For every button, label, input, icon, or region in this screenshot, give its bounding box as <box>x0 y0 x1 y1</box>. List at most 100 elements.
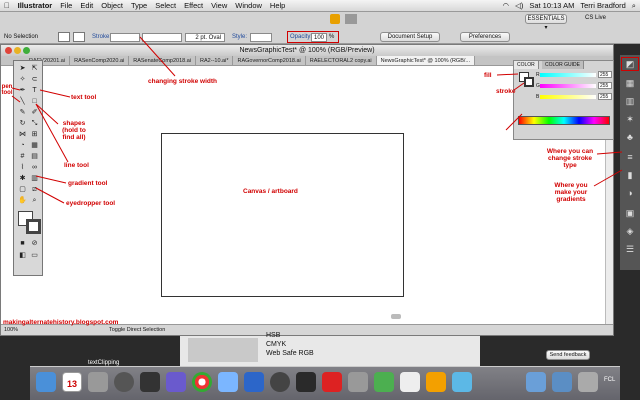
panel-stroke-swatch[interactable] <box>524 77 534 87</box>
line-tool-icon[interactable]: ╲ <box>17 97 28 107</box>
magic-wand-tool-icon[interactable]: ✧ <box>17 75 28 85</box>
blend-tool-icon[interactable]: ∞ <box>29 163 40 173</box>
safari-icon[interactable] <box>452 372 472 392</box>
trash-icon[interactable] <box>578 372 598 392</box>
symbol-sprayer-tool-icon[interactable]: ✱ <box>17 174 28 184</box>
width-tool-icon[interactable]: ⋈ <box>17 130 28 140</box>
user-name[interactable]: Terri Bradford <box>580 1 625 10</box>
menu-view[interactable]: View <box>211 1 227 10</box>
menu-object[interactable]: Object <box>101 1 123 10</box>
cs-live-button[interactable]: CS Live <box>585 15 606 21</box>
lasso-tool-icon[interactable]: ⊂ <box>29 75 40 85</box>
horizontal-scroll-thumb[interactable] <box>391 314 401 319</box>
zoom-level[interactable]: 100% <box>4 325 18 335</box>
artboard[interactable] <box>161 133 404 297</box>
slice-tool-icon[interactable]: ⧄ <box>29 185 40 195</box>
applications-folder-icon[interactable] <box>526 372 546 392</box>
mail-icon[interactable] <box>244 372 264 392</box>
illustrator-icon[interactable] <box>426 372 446 392</box>
stroke-color-swatch[interactable] <box>26 219 41 234</box>
menu-app-name[interactable]: Illustrator <box>18 1 53 10</box>
variable-width-profile[interactable] <box>142 33 182 42</box>
imovie-icon[interactable] <box>296 372 316 392</box>
bridge-icon[interactable] <box>330 14 340 24</box>
direct-selection-tool-icon[interactable]: ⇱ <box>29 64 40 74</box>
opacity-label[interactable]: Opacity: <box>290 34 312 40</box>
document-setup-button[interactable]: Document Setup <box>380 32 440 42</box>
opacity-field[interactable]: 100 <box>311 33 327 42</box>
menu-effect[interactable]: Effect <box>184 1 203 10</box>
color-guide-tab[interactable]: COLOR GUIDE <box>542 61 585 69</box>
minimize-window-icon[interactable] <box>14 47 21 54</box>
chess-icon[interactable] <box>400 372 420 392</box>
transparency-icon[interactable]: ◑ <box>623 187 637 199</box>
paintbrush-tool-icon[interactable]: ✎ <box>17 108 28 118</box>
itunes-icon[interactable] <box>218 372 238 392</box>
color-panel-icon[interactable]: ◩ <box>623 58 637 70</box>
g-value[interactable]: 255 <box>598 82 612 89</box>
graphic-style-picker[interactable] <box>250 33 272 42</box>
shape-builder-tool-icon[interactable]: ◔ <box>17 141 28 151</box>
spotlight-icon[interactable]: ⌕ <box>632 1 636 11</box>
symbols-icon[interactable]: ♣ <box>623 131 637 143</box>
stroke-label[interactable]: Stroke: <box>92 34 111 40</box>
graph-tool-icon[interactable]: ▥ <box>29 174 40 184</box>
screen-mode-icon[interactable]: ▭ <box>29 251 40 261</box>
document-title-bar[interactable]: NewsGraphicTest* @ 100% (RGB/Preview) <box>1 45 613 56</box>
documents-folder-icon[interactable] <box>552 372 572 392</box>
stroke-panel-icon[interactable]: ≡ <box>623 151 637 163</box>
app-store-icon[interactable] <box>166 372 186 392</box>
menu-help[interactable]: Help <box>270 1 285 10</box>
color-guide-icon[interactable]: ▦ <box>623 77 637 89</box>
time-machine-icon[interactable] <box>270 372 290 392</box>
stroke-swatch[interactable] <box>73 32 85 42</box>
dashboard-icon[interactable] <box>114 372 134 392</box>
selection-tool-icon[interactable]: ➤ <box>17 64 28 74</box>
type-tool-icon[interactable]: T <box>29 86 40 96</box>
doc-tab[interactable]: RASenComp2020.ai <box>70 56 130 65</box>
volume-icon[interactable]: ◁) <box>515 1 523 10</box>
flash-icon[interactable] <box>322 372 342 392</box>
free-transform-tool-icon[interactable]: ⊞ <box>29 130 40 140</box>
r-value[interactable]: 255 <box>598 71 612 78</box>
photoshop-icon[interactable] <box>374 372 394 392</box>
close-window-icon[interactable] <box>5 47 12 54</box>
apple-icon[interactable]:  <box>4 1 10 10</box>
artboard-tool-icon[interactable]: ▢ <box>17 185 28 195</box>
mesh-tool-icon[interactable]: # <box>17 152 28 162</box>
gradient-panel-icon[interactable]: ▮ <box>623 169 637 181</box>
color-mode-icon[interactable]: ■ <box>17 239 28 249</box>
system-preferences-icon[interactable] <box>88 372 108 392</box>
gradient-tool-icon[interactable]: ▤ <box>29 152 40 162</box>
status-tool[interactable]: Toggle Direct Selection <box>109 325 165 335</box>
text-clipping-label[interactable]: textClipping <box>88 360 119 366</box>
brushes-icon[interactable]: ✶ <box>623 113 637 125</box>
b-slider[interactable] <box>540 95 596 99</box>
menu-select[interactable]: Select <box>155 1 176 10</box>
menu-file[interactable]: File <box>60 1 72 10</box>
menu-edit[interactable]: Edit <box>80 1 93 10</box>
pen-tool-icon[interactable]: ✒ <box>17 86 28 96</box>
preview-icon[interactable] <box>348 372 368 392</box>
doc-tab[interactable]: RAELECTORAL2 copy.ai <box>306 56 377 65</box>
g-slider[interactable] <box>540 84 596 88</box>
fill-swatch[interactable] <box>58 32 70 42</box>
doc-tab-active[interactable]: NewsGraphicTest* @ 100% (RGB/... <box>376 56 475 65</box>
scale-tool-icon[interactable]: ⤡ <box>29 119 40 129</box>
graphic-styles-icon[interactable]: ◈ <box>623 225 637 237</box>
appearance-icon[interactable]: ▣ <box>623 207 637 219</box>
color-spectrum[interactable] <box>518 116 610 125</box>
preferences-button[interactable]: Preferences <box>460 32 510 42</box>
finder-icon[interactable] <box>36 372 56 392</box>
swatches-icon[interactable]: ▥ <box>623 95 637 107</box>
doc-tab[interactable]: RASenateComp2018.ai <box>129 56 197 65</box>
zoom-window-icon[interactable] <box>23 47 30 54</box>
color-tab[interactable]: COLOR <box>514 61 539 69</box>
stroke-weight-field[interactable] <box>110 33 140 42</box>
wifi-icon[interactable]: ◠ <box>503 1 510 10</box>
clock[interactable]: Sat 10:13 AM <box>529 1 574 10</box>
arrange-icon[interactable] <box>345 14 357 24</box>
none-mode-icon[interactable]: ⊘ <box>29 239 40 249</box>
eyedropper-tool-icon[interactable]: ⌇ <box>17 163 28 173</box>
layers-icon[interactable]: ☰ <box>623 243 637 255</box>
